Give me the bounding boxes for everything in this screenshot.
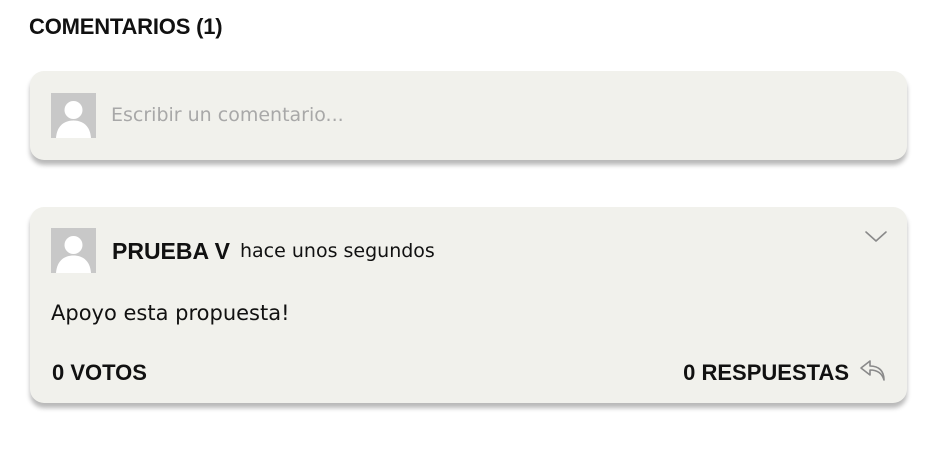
- votes-button[interactable]: 0 VOTOS: [52, 360, 147, 386]
- comment-input[interactable]: [111, 96, 871, 134]
- comment-author[interactable]: PRUEBA V: [112, 238, 230, 265]
- user-avatar-icon: [51, 93, 96, 138]
- comment-text: Apoyo esta propuesta!: [51, 301, 290, 325]
- comment-composer: [30, 71, 907, 160]
- reply-icon[interactable]: [859, 359, 887, 383]
- comment-card: PRUEBA V hace unos segundos Apoyo esta p…: [30, 207, 907, 403]
- replies-button[interactable]: 0 RESPUESTAS: [683, 360, 849, 386]
- comments-section-title: COMENTARIOS (1): [29, 14, 223, 39]
- comment-timestamp: hace unos segundos: [240, 240, 435, 262]
- user-avatar-icon: [51, 228, 96, 273]
- chevron-down-icon[interactable]: [864, 229, 888, 245]
